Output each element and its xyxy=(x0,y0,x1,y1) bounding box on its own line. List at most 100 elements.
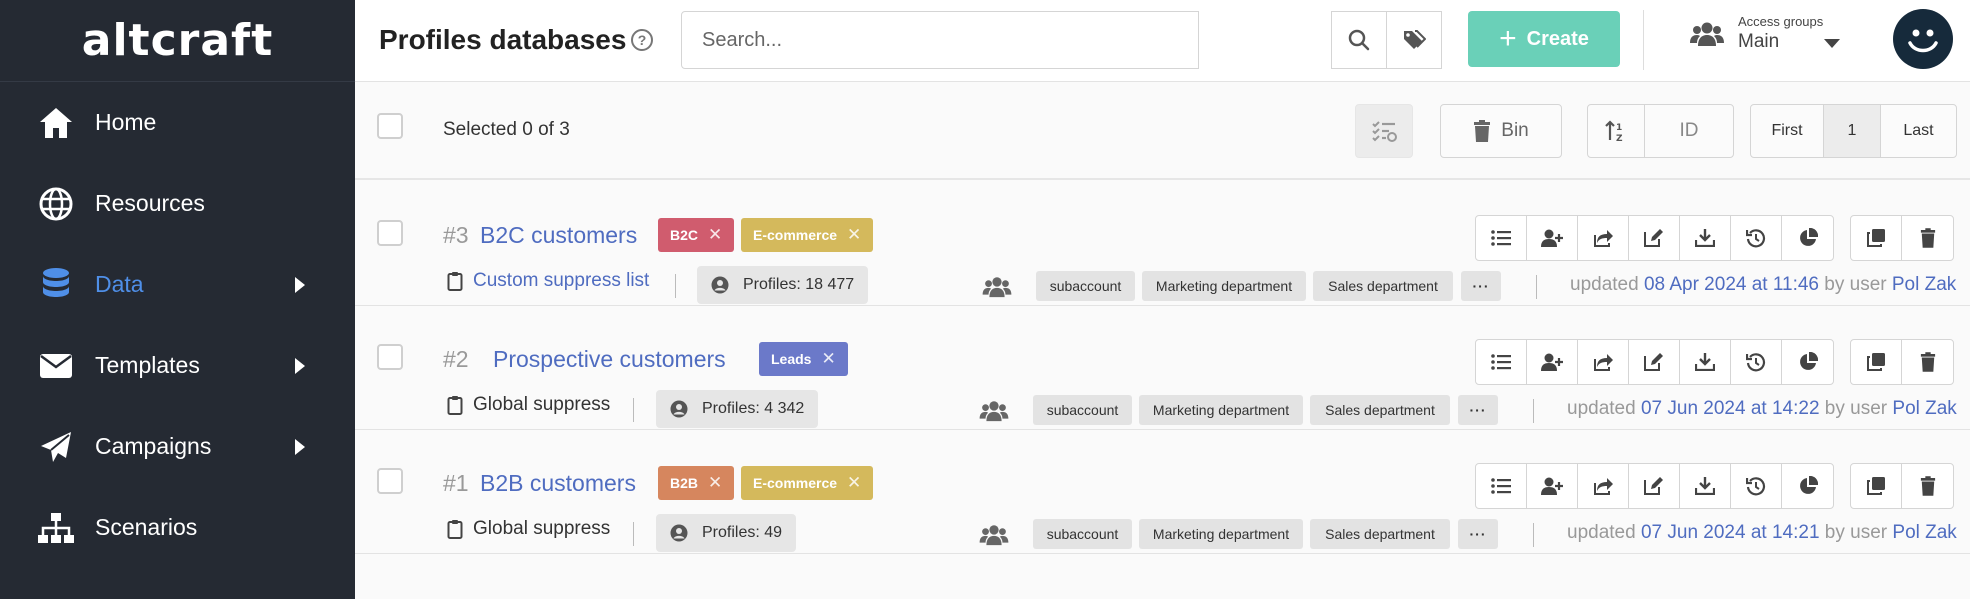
updated-user-link[interactable]: Pol Zak xyxy=(1892,522,1956,543)
copy-icon xyxy=(1867,353,1885,371)
close-icon[interactable]: ✕ xyxy=(708,473,722,493)
edit-button[interactable] xyxy=(1629,340,1680,384)
envelope-icon xyxy=(36,346,76,386)
more-groups-button[interactable]: ··· xyxy=(1461,271,1501,301)
share-button[interactable] xyxy=(1578,216,1629,260)
copy-button[interactable] xyxy=(1851,216,1902,260)
suppress-list-link[interactable]: Global suppress xyxy=(447,518,610,540)
tag-badge[interactable]: E-commerce ✕ xyxy=(741,218,874,252)
more-groups-button[interactable]: ··· xyxy=(1458,395,1498,425)
share-button[interactable] xyxy=(1578,464,1629,508)
close-icon[interactable]: ✕ xyxy=(708,225,722,245)
import-button[interactable] xyxy=(1680,216,1731,260)
tag-label: Leads xyxy=(771,351,812,367)
edit-button[interactable] xyxy=(1629,216,1680,260)
suppress-list-link[interactable]: Global suppress xyxy=(447,394,610,416)
search-button[interactable] xyxy=(1331,11,1387,69)
bulk-actions-button[interactable] xyxy=(1355,104,1413,158)
table-row[interactable]: #3 B2C customers B2C ✕ E-commerce ✕ Custom… xyxy=(355,182,1970,306)
updated-user-link[interactable]: Pol Zak xyxy=(1892,274,1956,295)
sidebar-item-campaigns[interactable]: Campaigns xyxy=(0,406,355,487)
add-profile-button[interactable] xyxy=(1527,340,1578,384)
row-checkbox[interactable] xyxy=(377,344,403,370)
sort-direction-button[interactable]: 1Z xyxy=(1587,104,1645,158)
close-icon[interactable]: ✕ xyxy=(847,473,861,493)
sidebar-item-label: Campaigns xyxy=(95,433,212,459)
row-id: #2 xyxy=(443,346,469,372)
table-row[interactable]: #2 Prospective customers Leads ✕ Global s… xyxy=(355,306,1970,430)
sidebar-item-resources[interactable]: Resources xyxy=(0,163,355,244)
delete-button[interactable] xyxy=(1902,340,1953,384)
history-button[interactable] xyxy=(1731,464,1782,508)
avatar[interactable] xyxy=(1893,9,1953,69)
row-name-link[interactable]: B2B customers xyxy=(480,470,636,497)
view-profiles-button[interactable] xyxy=(1476,216,1527,260)
history-button[interactable] xyxy=(1731,340,1782,384)
sidebar-item-data[interactable]: Data xyxy=(0,244,355,325)
row-checkbox[interactable] xyxy=(377,220,403,246)
pager-last-button[interactable]: Last xyxy=(1881,105,1956,157)
updated-by: by user xyxy=(1824,398,1888,419)
group-chip: Marketing department xyxy=(1139,395,1303,425)
bin-button[interactable]: Bin xyxy=(1440,104,1562,158)
import-button[interactable] xyxy=(1680,340,1731,384)
more-groups-button[interactable]: ··· xyxy=(1458,519,1498,549)
add-profile-button[interactable] xyxy=(1527,464,1578,508)
close-icon[interactable]: ✕ xyxy=(847,225,861,245)
help-icon[interactable]: ? xyxy=(631,29,653,51)
tags-filter-button[interactable] xyxy=(1386,11,1442,69)
table-row[interactable]: #1 B2B customers B2B ✕ E-commerce ✕ Global… xyxy=(355,430,1970,554)
row-checkbox[interactable] xyxy=(377,468,403,494)
tag-badge[interactable]: B2C ✕ xyxy=(658,218,735,252)
updated-info: updated 07 Jun 2024 at 14:22 by user Pol… xyxy=(1567,398,1957,420)
sidebar-item-label: Resources xyxy=(95,190,205,216)
chevron-down-icon[interactable] xyxy=(1824,39,1840,48)
divider xyxy=(633,522,634,546)
group-chip: subaccount xyxy=(1033,519,1132,549)
tag-badge[interactable]: E-commerce ✕ xyxy=(741,466,874,500)
share-button[interactable] xyxy=(1578,340,1629,384)
create-button[interactable]: + Create xyxy=(1468,11,1620,67)
sidebar-item-home[interactable]: Home xyxy=(0,82,355,163)
search-input[interactable] xyxy=(681,11,1199,69)
access-groups-selector[interactable]: Access groups Main xyxy=(1690,14,1823,53)
sort-field-select[interactable]: ID xyxy=(1644,104,1734,158)
selection-count: Selected 0 of 3 xyxy=(443,119,570,140)
user-plus-icon xyxy=(1541,477,1563,495)
suppress-list-link[interactable]: Custom suppress list xyxy=(447,270,649,292)
checklist-settings-icon xyxy=(1371,120,1397,142)
statistics-button[interactable] xyxy=(1782,216,1833,260)
import-button[interactable] xyxy=(1680,464,1731,508)
updated-user-link[interactable]: Pol Zak xyxy=(1892,398,1956,419)
sidebar-item-templates[interactable]: Templates xyxy=(0,325,355,406)
home-icon xyxy=(36,103,76,143)
plus-icon: + xyxy=(1499,22,1517,55)
logo[interactable]: altcraft xyxy=(0,0,355,82)
history-button[interactable] xyxy=(1731,216,1782,260)
select-all-checkbox[interactable] xyxy=(377,113,403,139)
copy-button[interactable] xyxy=(1851,340,1902,384)
user-circle-icon xyxy=(711,276,729,294)
view-profiles-button[interactable] xyxy=(1476,464,1527,508)
sidebar-item-label: Data xyxy=(95,271,144,297)
delete-button[interactable] xyxy=(1902,464,1953,508)
delete-button[interactable] xyxy=(1902,216,1953,260)
copy-button[interactable] xyxy=(1851,464,1902,508)
access-groups-value: Main xyxy=(1738,31,1780,52)
pager-first-button[interactable]: First xyxy=(1751,105,1824,157)
sidebar-item-scenarios[interactable]: Scenarios xyxy=(0,487,355,568)
statistics-button[interactable] xyxy=(1782,464,1833,508)
tag-badge[interactable]: B2B ✕ xyxy=(658,466,735,500)
pager-current-page[interactable]: 1 xyxy=(1824,105,1881,157)
nav-list: Home Resources Data Templates Campaigns … xyxy=(0,82,355,568)
chevron-right-icon xyxy=(295,438,305,455)
close-icon[interactable]: ✕ xyxy=(821,349,835,369)
tag-badge[interactable]: Leads ✕ xyxy=(759,342,848,376)
statistics-button[interactable] xyxy=(1782,340,1833,384)
view-profiles-button[interactable] xyxy=(1476,340,1527,384)
row-name-link[interactable]: Prospective customers xyxy=(493,346,726,373)
add-profile-button[interactable] xyxy=(1527,216,1578,260)
globe-icon xyxy=(36,184,76,224)
edit-button[interactable] xyxy=(1629,464,1680,508)
row-name-link[interactable]: B2C customers xyxy=(480,222,637,249)
